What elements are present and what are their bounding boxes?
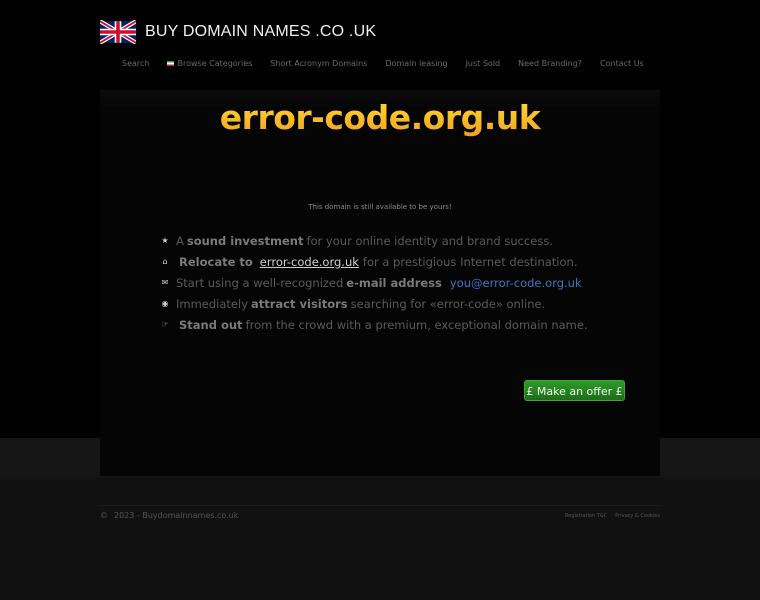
star-icon: ★ — [161, 236, 169, 245]
feature-text: from the crowd with a premium, exception… — [245, 317, 588, 332]
nav-item-label: Just Sold — [465, 58, 501, 68]
list-item: ★ A sound investment for your online ide… — [160, 230, 600, 251]
footer-link-registration-terms[interactable]: Registration T&C — [565, 513, 607, 519]
list-item: ◉ Immediately attract visitors searching… — [160, 293, 600, 314]
footer-links: Registration T&C Privacy & Cookies — [560, 513, 660, 519]
nav-item-search[interactable]: Search — [122, 59, 149, 68]
email-link[interactable]: you@error-code.org.uk — [450, 276, 582, 290]
nav-item-label: Contact Us — [600, 58, 644, 68]
copyright-symbol: © — [100, 511, 108, 520]
nav-item-label: Search — [122, 58, 150, 68]
feature-highlight: Relocate to — [179, 254, 253, 269]
feature-highlight: sound investment — [186, 233, 304, 248]
nav-item-label: Short Acronym Domains — [270, 58, 368, 68]
main-nav: Search Browse Categories Short Acronym D… — [113, 56, 653, 70]
make-offer-button[interactable]: £ Make an offer £ — [524, 380, 625, 401]
nav-item-short-acronym-domains[interactable]: Short Acronym Domains — [270, 59, 367, 68]
feature-highlight: Stand out — [179, 317, 243, 332]
uk-mini-flag-icon — [167, 60, 175, 66]
site-header: BUY DOMAIN NAMES .CO .UK — [100, 14, 660, 50]
site-title[interactable]: BUY DOMAIN NAMES .CO .UK — [145, 23, 376, 41]
copyright: © 2023 - Buydomainnames.co.uk — [100, 511, 238, 520]
availability-text: This domain is still available to be you… — [308, 203, 452, 211]
feature-text: searching for «error-code» online. — [350, 296, 546, 311]
eye-icon: ◉ — [161, 299, 169, 308]
feature-list: ★ A sound investment for your online ide… — [160, 230, 600, 335]
list-item: ☞ Stand out from the crowd with a premiu… — [160, 314, 600, 335]
nav-item-label: Domain leasing — [385, 58, 448, 68]
domain-title: error-code.org.uk — [0, 98, 760, 137]
nav-item-browse-categories[interactable]: Browse Categories — [167, 59, 252, 68]
list-item: ⌂ Relocate to error-code.org.uk for a pr… — [160, 251, 600, 272]
hand-pointer-icon: ☞ — [161, 320, 169, 329]
nav-item-domain-leasing[interactable]: Domain leasing — [385, 59, 447, 68]
footer-link-privacy-cookies[interactable]: Privacy & Cookies — [615, 513, 660, 519]
nav-item-contact-us[interactable]: Contact Us — [600, 59, 644, 68]
nav-item-just-sold[interactable]: Just Sold — [466, 59, 501, 68]
feature-text: for your online identity and brand succe… — [306, 233, 553, 248]
feature-text: Start using a well-recognized — [176, 275, 344, 290]
nav-item-need-branding[interactable]: Need Branding? — [518, 59, 582, 68]
feature-highlight: e-mail address — [346, 275, 442, 290]
feature-highlight: attract visitors — [251, 296, 348, 311]
feature-text: for a prestigious Internet destination. — [362, 254, 578, 269]
list-item: ✉ Start using a well-recognized e-mail a… — [160, 272, 600, 293]
nav-item-label: Need Branding? — [518, 58, 583, 68]
copyright-text: 2023 - Buydomainnames.co.uk — [114, 511, 239, 520]
feature-text: Immediately — [176, 296, 248, 311]
nav-item-label: Browse Categories — [177, 58, 253, 68]
home-icon: ⌂ — [162, 257, 168, 266]
footer-divider — [100, 505, 660, 506]
domain-link[interactable]: error-code.org.uk — [260, 255, 359, 269]
envelope-icon: ✉ — [161, 278, 169, 287]
feature-text: A — [176, 233, 184, 248]
uk-flag-icon[interactable] — [100, 20, 136, 44]
